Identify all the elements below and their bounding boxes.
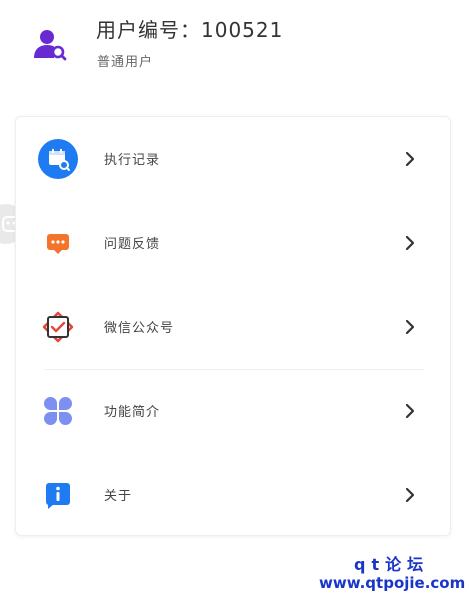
menu-item-label: 问题反馈 <box>104 237 161 252</box>
user-search-icon <box>34 30 67 61</box>
menu-item-about[interactable]: 关于 <box>16 453 452 537</box>
watermark-title: qt论坛 <box>354 555 430 574</box>
grid-clover-icon <box>44 397 72 425</box>
chevron-right-icon <box>405 319 415 335</box>
calendar-search-icon <box>38 139 78 179</box>
wechat-check-icon <box>42 311 74 343</box>
menu-item-label: 关于 <box>104 489 133 504</box>
chevron-right-icon <box>405 235 415 251</box>
user-id-label: 用户编号：100521 <box>96 18 284 42</box>
menu-card: 执行记录 问题反馈 微信公众号 功能简介 关于 <box>15 116 451 536</box>
menu-item-label: 执行记录 <box>104 153 161 168</box>
user-role: 普通用户 <box>97 55 154 70</box>
profile-header: 用户编号：100521 普通用户 <box>0 0 469 100</box>
watermark-url: www.qtpojie.com <box>319 574 466 592</box>
chevron-right-icon <box>405 151 415 167</box>
menu-item-label: 功能简介 <box>104 405 161 420</box>
chevron-right-icon <box>405 487 415 503</box>
info-bubble-icon <box>46 483 70 509</box>
menu-item-wechat-account[interactable]: 微信公众号 <box>16 285 452 369</box>
chevron-right-icon <box>405 403 415 419</box>
menu-item-feature-intro[interactable]: 功能简介 <box>16 369 452 453</box>
message-dots-icon <box>47 234 69 254</box>
menu-item-feedback[interactable]: 问题反馈 <box>16 201 452 285</box>
menu-item-execution-records[interactable]: 执行记录 <box>16 117 452 201</box>
menu-item-label: 微信公众号 <box>104 321 175 336</box>
